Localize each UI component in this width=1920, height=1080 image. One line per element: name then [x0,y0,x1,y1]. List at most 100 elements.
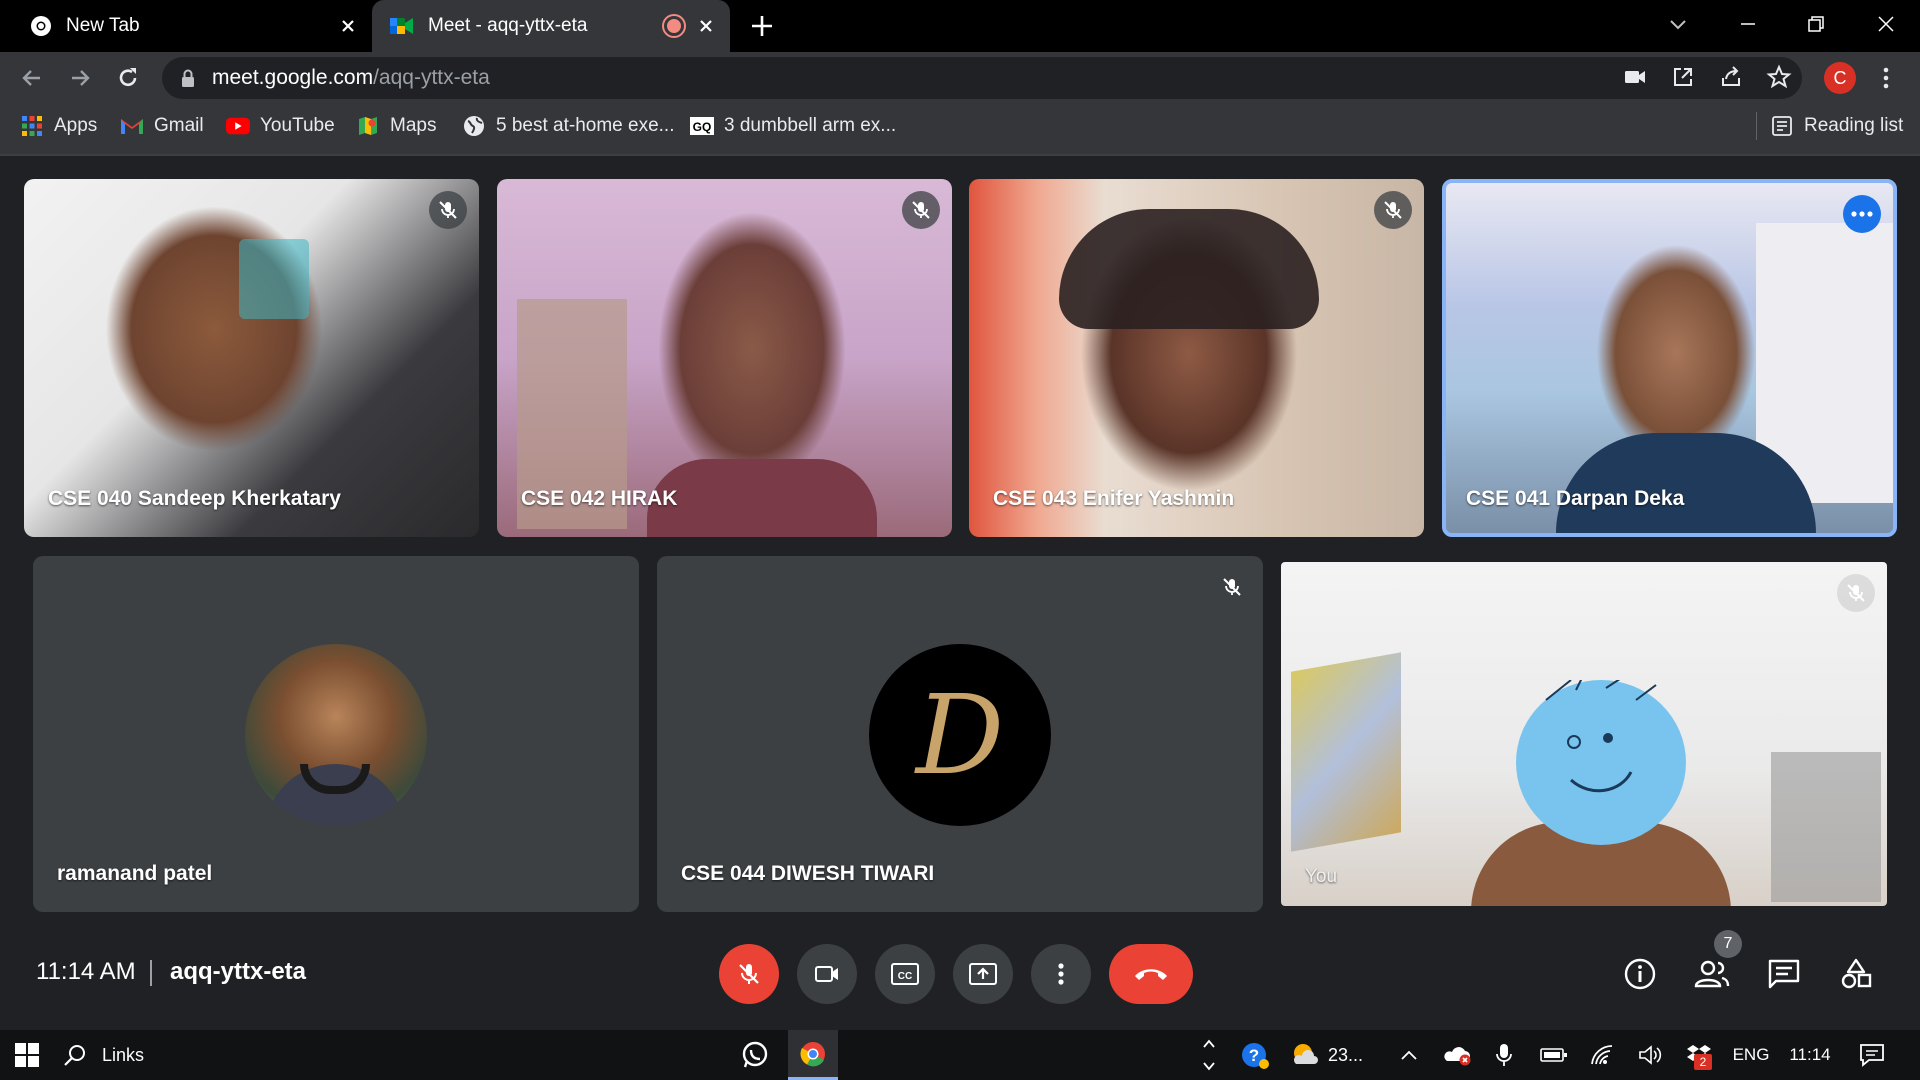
participant-tile[interactable]: CSE 043 Enifer Yashmin [969,179,1424,537]
share-icon[interactable] [1718,64,1744,90]
close-window-button[interactable] [1874,12,1898,36]
participant-tile[interactable]: CSE 042 HIRAK [497,179,952,537]
battery-icon[interactable] [1536,1030,1572,1080]
participant-name: CSE 042 HIRAK [521,487,678,510]
reading-list-label: Reading list [1804,115,1904,136]
close-tab-icon[interactable] [694,14,718,38]
back-icon[interactable] [18,64,46,92]
meeting-code: aqq-yttx-eta [170,958,307,985]
bookmark-label: Apps [54,115,98,136]
background-object [1771,752,1881,902]
weather-temperature: 23... [1328,1044,1364,1065]
bookmark-label: 3 dumbbell arm ex... [724,115,897,136]
leave-call-button[interactable] [1109,944,1193,1004]
captions-button[interactable]: CC [875,944,935,1004]
windows-start-icon[interactable] [0,1030,54,1080]
activities-icon[interactable] [1832,950,1880,998]
taskbar-search[interactable]: Links [62,1030,162,1080]
gq-icon: GQ [690,114,714,138]
muted-mic-icon [1837,574,1875,612]
video-feed [1059,209,1319,329]
globe-icon [462,114,486,138]
meeting-details-icon[interactable] [1616,950,1664,998]
open-in-new-window-icon[interactable] [1670,64,1696,90]
more-options-button[interactable] [1031,944,1091,1004]
system-clock[interactable]: 11:14 [1782,1030,1838,1080]
notification-badge: 2 [1694,1054,1712,1070]
participant-tile-speaking[interactable]: CSE 041 Darpan Deka [1442,179,1897,537]
toggle-camera-button[interactable] [797,944,857,1004]
bookmark-dumbbell[interactable]: GQ 3 dumbbell arm ex... [690,112,896,140]
dropbox-icon[interactable]: 2 [1682,1030,1718,1080]
reading-list-button[interactable]: Reading list [1770,112,1903,140]
background-object [1291,652,1401,852]
whatsapp-taskbar-icon[interactable] [730,1030,780,1080]
microphone-in-use-icon[interactable] [1490,1030,1518,1080]
url-text: meet.google.com/aqq-yttx-eta [212,66,490,90]
more-options-icon[interactable] [1843,195,1881,233]
taskbar-scroll-arrows[interactable] [1198,1030,1220,1080]
reading-list-icon [1770,114,1794,138]
tab-search-icon[interactable] [1666,12,1690,36]
close-tab-icon[interactable] [336,14,360,38]
recording-indicator-icon [664,16,684,36]
volume-icon[interactable] [1634,1030,1668,1080]
weather-icon [1290,1042,1320,1068]
present-screen-button[interactable] [953,944,1013,1004]
tab-title: Meet - aqq-yttx-eta [428,15,588,36]
people-count-badge: 7 [1714,930,1742,958]
onedrive-icon[interactable] [1440,1030,1476,1080]
youtube-icon [226,114,250,138]
bookmark-label: Gmail [154,115,204,136]
help-icon[interactable]: ? [1234,1030,1276,1080]
wifi-icon[interactable] [1586,1030,1620,1080]
bookmark-exercise[interactable]: 5 best at-home exe... [462,112,675,140]
bookmark-label: 5 best at-home exe... [496,115,675,136]
weather-widget[interactable]: 23... [1290,1030,1390,1080]
profile-avatar[interactable]: C [1824,62,1856,94]
action-center-icon[interactable] [1852,1030,1892,1080]
muted-mic-icon [902,191,940,229]
url-host: meet.google.com [212,66,374,89]
video-feed [647,459,877,537]
url-path: /aqq-yttx-eta [373,66,490,89]
drawn-face [1516,680,1686,845]
bookmark-label: YouTube [260,115,335,136]
participant-tile[interactable]: CSE 040 Sandeep Kherkatary [24,179,479,537]
bookmark-apps[interactable]: Apps [20,112,97,140]
minimize-window-button[interactable] [1736,12,1760,36]
chrome-taskbar-icon[interactable] [788,1030,838,1080]
meeting-time: 11:14 AM [36,958,136,985]
restore-window-button[interactable] [1804,12,1828,36]
participant-tile[interactable]: D CSE 044 DIWESH TIWARI [657,556,1263,912]
participant-name: ramanand patel [57,862,213,885]
participant-tile[interactable]: ramanand patel [33,556,639,912]
input-language[interactable]: ENG [1728,1030,1774,1080]
bookmark-gmail[interactable]: Gmail [120,112,204,140]
windows-taskbar [0,1030,1920,1080]
self-view-tile[interactable]: You [1281,562,1887,906]
new-tab-button[interactable] [748,12,776,40]
avatar-letter: D [915,671,1005,799]
muted-mic-icon [429,191,467,229]
svg-text:?: ? [1249,1046,1259,1065]
chat-icon[interactable] [1760,950,1808,998]
camera-in-use-icon[interactable] [1622,64,1648,90]
meet-icon [390,16,414,36]
gmail-icon [120,114,144,138]
chrome-menu-icon[interactable] [1878,64,1894,92]
participant-name: CSE 043 Enifer Yashmin [993,487,1235,510]
tab-strip: New Tab Meet - aqq-yttx-eta [0,0,1920,52]
forward-icon[interactable] [66,64,94,92]
bookmark-youtube[interactable]: YouTube [226,112,335,140]
lock-icon[interactable] [180,68,196,88]
bookmark-star-icon[interactable] [1766,64,1792,90]
bookmark-divider [1756,112,1757,140]
show-hidden-icons-icon[interactable] [1396,1030,1422,1080]
tab-new-tab[interactable]: New Tab [16,0,362,52]
bookmark-maps[interactable]: Maps [356,112,436,140]
tab-meet[interactable]: Meet - aqq-yttx-eta [372,0,730,52]
video-feed [24,179,479,537]
reload-icon[interactable] [114,64,142,92]
toggle-microphone-button[interactable] [719,944,779,1004]
